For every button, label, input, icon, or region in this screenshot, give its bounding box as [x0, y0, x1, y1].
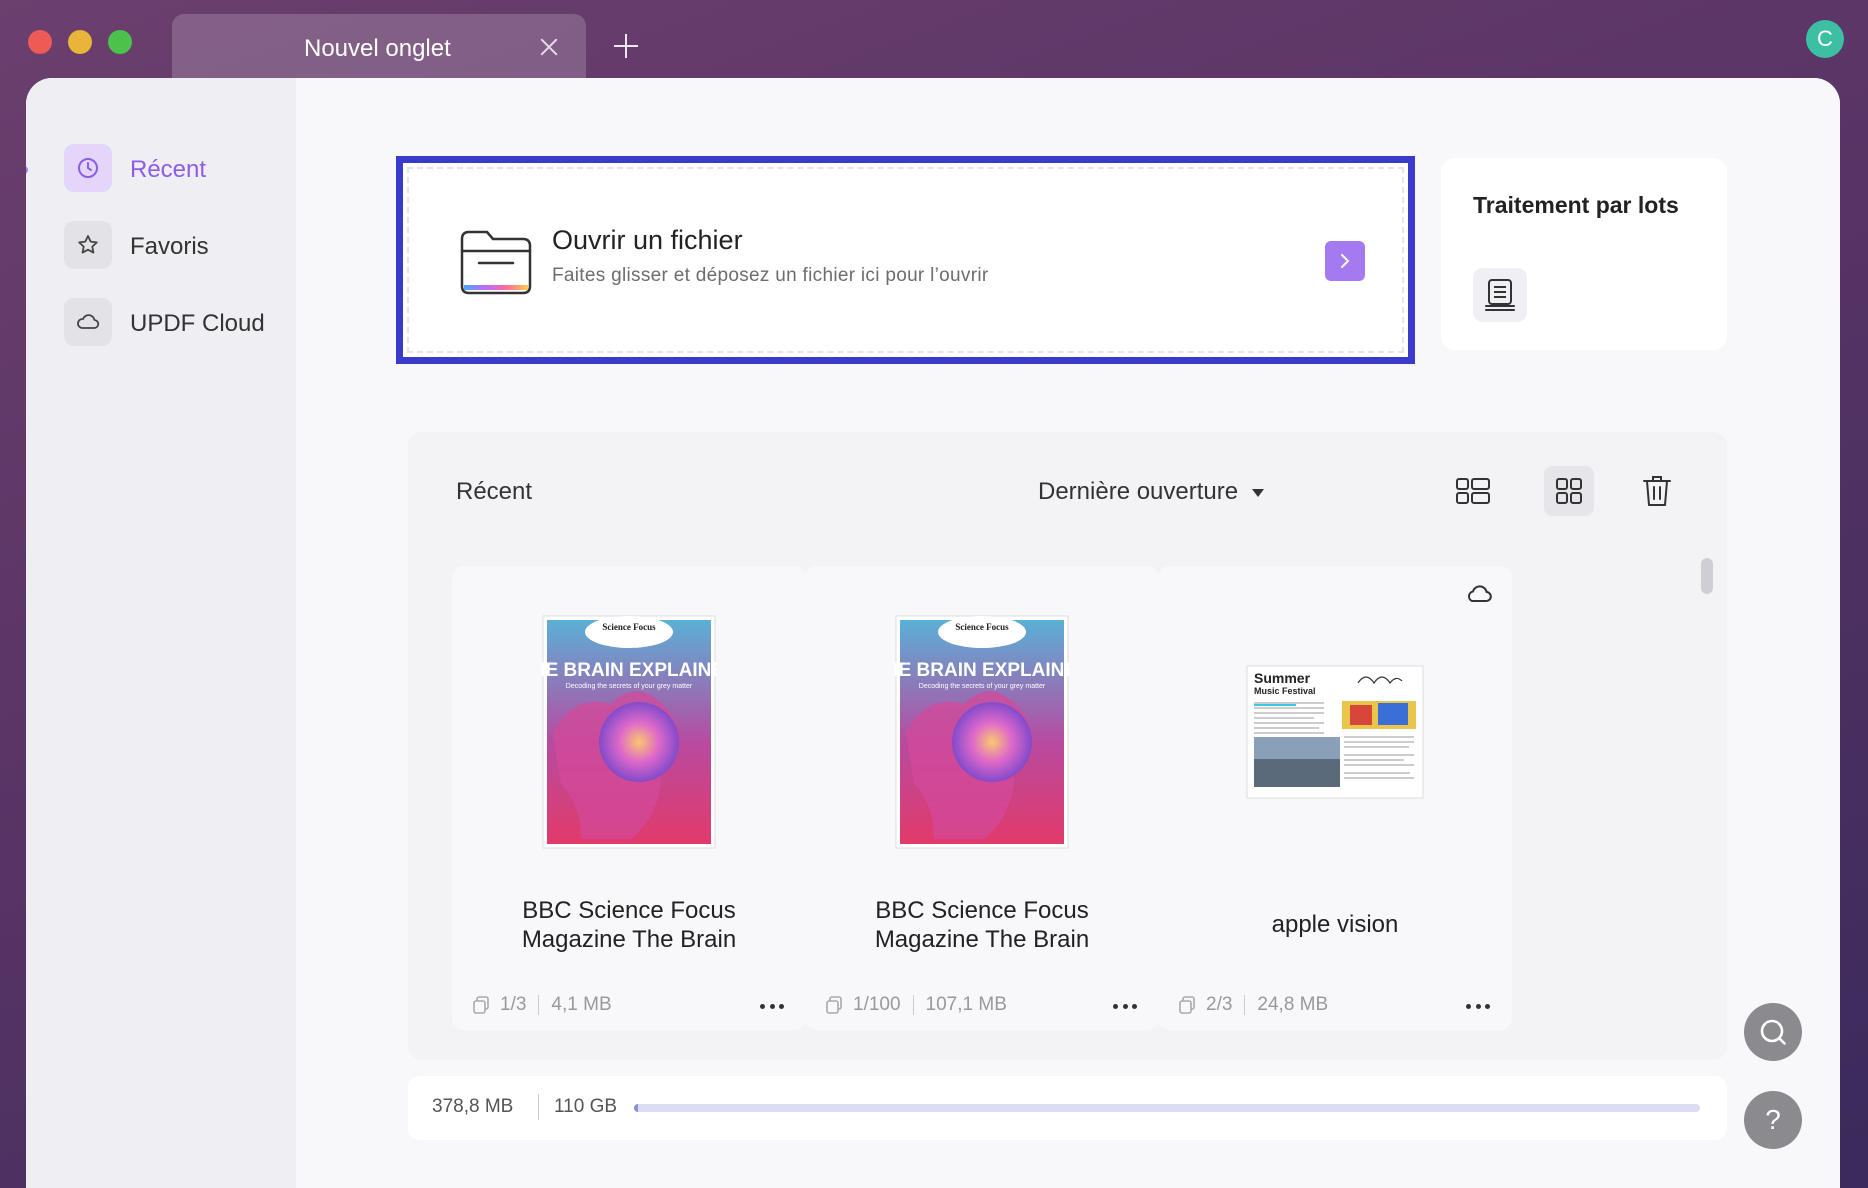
stack-icon[interactable] [1473, 268, 1527, 322]
more-options-icon[interactable] [1107, 994, 1143, 1018]
festival-spread-thumbnail: Summer Music Festival [1246, 665, 1424, 799]
file-card[interactable]: Summer Music Festival apple vision 2/3 2… [1158, 566, 1512, 1030]
vertical-scrollbar[interactable] [1698, 556, 1714, 1060]
more-options-icon[interactable] [754, 994, 790, 1018]
file-thumbnail: Science Focus THE BRAIN EXPLAINED Decodi… [805, 614, 1159, 850]
pages-icon [826, 996, 842, 1014]
avatar[interactable]: C [1806, 20, 1844, 58]
pages-icon [1179, 996, 1195, 1014]
cloud-icon [1464, 582, 1494, 611]
file-pages: 1/100 [853, 994, 901, 1015]
sidebar-item-cloud[interactable]: UPDF Cloud [64, 298, 284, 348]
storage-divider [538, 1094, 539, 1120]
file-meta: 1/100 107,1 MB [825, 994, 1007, 1016]
grid-view-button[interactable] [1544, 466, 1594, 516]
batch-title: Traitement par lots [1473, 192, 1679, 218]
open-file-dropzone[interactable]: Ouvrir un fichier Faites glisser et dépo… [396, 156, 1415, 364]
storage-usage: 378,8 MB 110 GB [408, 1076, 1727, 1140]
cover-brand: Science Focus [955, 622, 1009, 632]
file-thumbnail: Summer Music Festival [1158, 614, 1512, 850]
storage-total: 110 GB [554, 1096, 618, 1117]
minimize-window-button[interactable] [68, 30, 92, 54]
new-tab-icon[interactable] [614, 34, 638, 58]
delete-button[interactable] [1632, 466, 1682, 516]
sidebar-item-favorites[interactable]: Favoris [64, 221, 284, 271]
file-card[interactable]: Science Focus THE BRAIN EXPLAINED Decodi… [452, 566, 806, 1030]
cloud-icon [64, 298, 112, 346]
main-content: Ouvrir un fichier Faites glisser et dépo… [296, 78, 1840, 1188]
sort-label: Dernière ouverture [1038, 478, 1239, 505]
file-size: 24,8 MB [1257, 994, 1329, 1015]
zoom-window-button[interactable] [108, 30, 132, 54]
list-view-button[interactable] [1448, 466, 1498, 516]
cover-subtitle: Music Festival [1254, 686, 1316, 696]
file-meta: 1/3 4,1 MB [472, 994, 612, 1016]
cover-brand: Science Focus [602, 622, 656, 632]
sidebar-item-recent[interactable]: Récent [64, 144, 284, 194]
file-meta: 2/3 24,8 MB [1178, 994, 1328, 1016]
title-bar: Nouvel onglet C [0, 0, 1868, 80]
list-view-icon [1456, 478, 1490, 504]
tab-new[interactable]: Nouvel onglet [172, 14, 586, 80]
cover-title: THE BRAIN EXPLAINED [541, 660, 717, 681]
open-file-title: Ouvrir un fichier [552, 225, 743, 255]
recent-files-panel: Récent Dernière ouverture Science Focus … [408, 432, 1727, 1060]
open-file-subtitle: Faites glisser et déposez un fichier ici… [552, 265, 989, 286]
batch-processing-card[interactable]: Traitement par lots [1441, 158, 1727, 350]
cover-title: Summer [1254, 670, 1311, 686]
search-button[interactable] [1744, 1003, 1802, 1061]
caret-down-icon [1252, 488, 1265, 497]
search-icon [1760, 1019, 1786, 1045]
star-icon [64, 221, 112, 269]
file-name: BBC Science Focus Magazine The Brain [521, 897, 737, 953]
open-file-button[interactable] [1325, 241, 1365, 281]
pages-icon [473, 996, 489, 1014]
file-name: apple vision [1271, 911, 1399, 938]
active-indicator [26, 166, 28, 174]
trash-icon [1643, 476, 1671, 506]
sidebar-item-label: Récent [130, 156, 207, 183]
close-window-button[interactable] [28, 30, 52, 54]
sidebar: Récent Favoris UPDF Cloud [26, 78, 296, 1188]
file-card[interactable]: Science Focus THE BRAIN EXPLAINED Decodi… [805, 566, 1159, 1030]
meta-divider [538, 995, 540, 1015]
file-pages: 2/3 [1206, 994, 1233, 1015]
dropzone-border [407, 167, 1404, 353]
storage-progress-fill [634, 1104, 638, 1112]
sort-dropdown[interactable]: Dernière ouverture [1038, 478, 1265, 506]
folder-icon [459, 229, 533, 300]
cover-subtitle: Decoding the secrets of your grey matter [919, 683, 1046, 690]
help-button[interactable]: ? [1744, 1091, 1802, 1149]
magazine-cover-thumbnail: Science Focus THE BRAIN EXPLAINED Decodi… [541, 615, 717, 849]
recent-title: Récent [456, 478, 533, 505]
sidebar-item-label: UPDF Cloud [130, 310, 265, 337]
meta-divider [912, 995, 914, 1015]
file-thumbnail: Science Focus THE BRAIN EXPLAINED Decodi… [452, 614, 806, 850]
magazine-cover-thumbnail: Science Focus THE BRAIN EXPLAINED Decodi… [894, 615, 1070, 849]
file-pages: 1/3 [500, 994, 527, 1015]
file-name: BBC Science Focus Magazine The Brain [874, 897, 1090, 953]
grid-view-icon [1556, 478, 1582, 504]
question-icon: ? [1765, 1104, 1781, 1135]
scrollbar-thumb[interactable] [1701, 558, 1713, 594]
more-options-icon[interactable] [1460, 994, 1496, 1018]
storage-used: 378,8 MB [432, 1096, 514, 1117]
tab-label: Nouvel onglet [304, 35, 451, 62]
app-window: Récent Favoris UPDF Cloud Ouvrir un fich… [26, 78, 1840, 1188]
chevron-right-icon [1341, 254, 1350, 268]
storage-progress-bar [634, 1104, 1700, 1112]
meta-divider [1244, 995, 1246, 1015]
sidebar-item-label: Favoris [130, 233, 209, 260]
cover-title: THE BRAIN EXPLAINED [894, 660, 1070, 681]
file-size: 107,1 MB [925, 994, 1007, 1015]
cover-subtitle: Decoding the secrets of your grey matter [566, 683, 693, 690]
file-size: 4,1 MB [551, 994, 612, 1015]
tab-close-icon[interactable] [538, 36, 560, 58]
clock-icon [64, 144, 112, 192]
